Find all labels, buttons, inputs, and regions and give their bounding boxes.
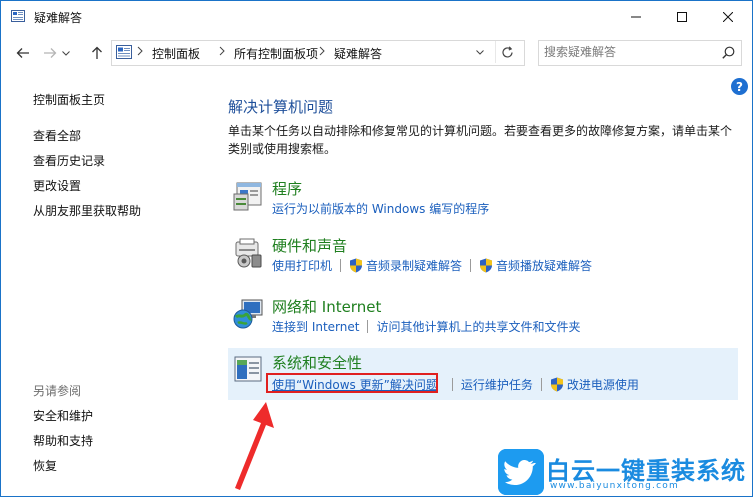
sidebar-link-view-history[interactable]: 查看历史记录 (33, 152, 105, 169)
back-button[interactable] (12, 43, 34, 63)
title-bar: 疑难解答 (1, 1, 752, 32)
uac-shield-icon (480, 258, 493, 272)
troubleshoot-icon (11, 10, 25, 22)
control-panel-icon (116, 45, 132, 59)
sidebar-link-view-all[interactable]: 查看全部 (33, 127, 81, 144)
minimize-icon (631, 16, 641, 17)
arrow-right-icon (44, 48, 57, 58)
breadcrumb-control-panel[interactable]: 控制面板 (152, 45, 200, 62)
search-box (538, 40, 742, 66)
breadcrumb-troubleshooting[interactable]: 疑难解答 (334, 45, 382, 62)
watermark-logo: 白云一键重装系统 www.baiyunxitong.com (498, 449, 751, 495)
help-button[interactable]: ? (731, 78, 748, 95)
address-history-icon[interactable] (476, 50, 484, 55)
maximize-icon (677, 11, 687, 22)
link-audio-playback-troubleshooter[interactable]: 音频播放疑难解答 (496, 257, 592, 274)
link-improve-power-usage[interactable]: 改进电源使用 (567, 376, 639, 393)
uac-shield-icon (350, 258, 363, 272)
chevron-right-icon (137, 46, 143, 56)
link-separator (470, 258, 472, 272)
search-input[interactable] (539, 41, 714, 63)
arrow-left-icon (16, 48, 29, 58)
sidebar-link-security-maintenance[interactable]: 安全和维护 (33, 407, 93, 424)
link-separator (340, 258, 342, 272)
category-programs: 程序 运行为以前版本的 Windows 编写的程序 (228, 174, 738, 224)
category-programs-title[interactable]: 程序 (272, 178, 302, 199)
search-icon[interactable] (722, 46, 735, 59)
refresh-button[interactable] (495, 41, 518, 63)
sidebar-link-control-panel-home[interactable]: 控制面板主页 (33, 91, 105, 108)
sidebar-link-recovery[interactable]: 恢复 (33, 457, 57, 474)
page-description: 单击某个任务以自动排除和修复常见的计算机问题。若要查看更多的故障修复方案，请单击… (228, 124, 733, 156)
link-run-older-programs[interactable]: 运行为以前版本的 Windows 编写的程序 (272, 200, 489, 217)
uac-shield-icon (550, 377, 563, 391)
programs-icon[interactable] (232, 180, 264, 212)
address-bar[interactable]: 控制面板 所有控制面板项 疑难解答 (111, 40, 525, 66)
recent-locations-button[interactable] (59, 43, 73, 63)
see-also-heading: 另请参阅 (33, 384, 82, 398)
link-separator (451, 377, 453, 391)
up-button[interactable] (86, 43, 108, 63)
window-title: 疑难解答 (34, 11, 83, 25)
link-audio-recording-troubleshooter[interactable]: 音频录制疑难解答 (366, 257, 462, 274)
link-connect-internet[interactable]: 连接到 Internet (272, 318, 359, 335)
category-system-security-title[interactable]: 系统和安全性 (272, 352, 362, 373)
hardware-sound-icon[interactable] (232, 237, 264, 269)
category-hardware-sound-title[interactable]: 硬件和声音 (272, 235, 347, 256)
breadcrumb-all-items[interactable]: 所有控制面板项 (234, 45, 318, 62)
system-security-icon[interactable] (232, 354, 264, 386)
page-title: 解决计算机问题 (228, 98, 334, 116)
chevron-right-icon (319, 46, 325, 56)
chevron-down-icon (62, 50, 70, 56)
bird-logo-icon (498, 449, 544, 495)
sidebar-link-get-help-from-friend[interactable]: 从朋友那里获取帮助 (33, 202, 141, 219)
sidebar-link-help-support[interactable]: 帮助和支持 (33, 432, 93, 449)
link-separator (367, 319, 369, 333)
minimize-button[interactable] (613, 1, 659, 32)
link-run-maintenance[interactable]: 运行维护任务 (461, 376, 533, 393)
highlight-box (266, 373, 438, 393)
close-button[interactable] (705, 1, 751, 32)
category-hardware-sound: 硬件和声音 使用打印机 音频录制疑难解答 音频播放疑难解答 (228, 231, 738, 281)
network-globe-icon[interactable] (232, 298, 264, 330)
maximize-button[interactable] (659, 1, 705, 32)
annotation-arrow (235, 402, 274, 490)
forward-button[interactable] (39, 43, 61, 63)
chevron-right-icon (219, 46, 225, 56)
watermark-url: www.baiyunxitong.com (550, 481, 679, 491)
category-network-internet: 网络和 Internet 连接到 Internet 访问其他计算机上的共享文件和… (228, 292, 738, 342)
link-use-printer[interactable]: 使用打印机 (272, 257, 332, 274)
arrow-up-icon (92, 46, 102, 59)
navigation-bar: 控制面板 所有控制面板项 疑难解答 (1, 33, 752, 73)
close-icon (723, 11, 733, 22)
sidebar-link-change-settings[interactable]: 更改设置 (33, 177, 81, 194)
link-separator (540, 377, 542, 391)
category-network-internet-title[interactable]: 网络和 Internet (272, 296, 381, 317)
refresh-icon (501, 45, 513, 58)
link-shared-files[interactable]: 访问其他计算机上的共享文件和文件夹 (376, 318, 580, 335)
